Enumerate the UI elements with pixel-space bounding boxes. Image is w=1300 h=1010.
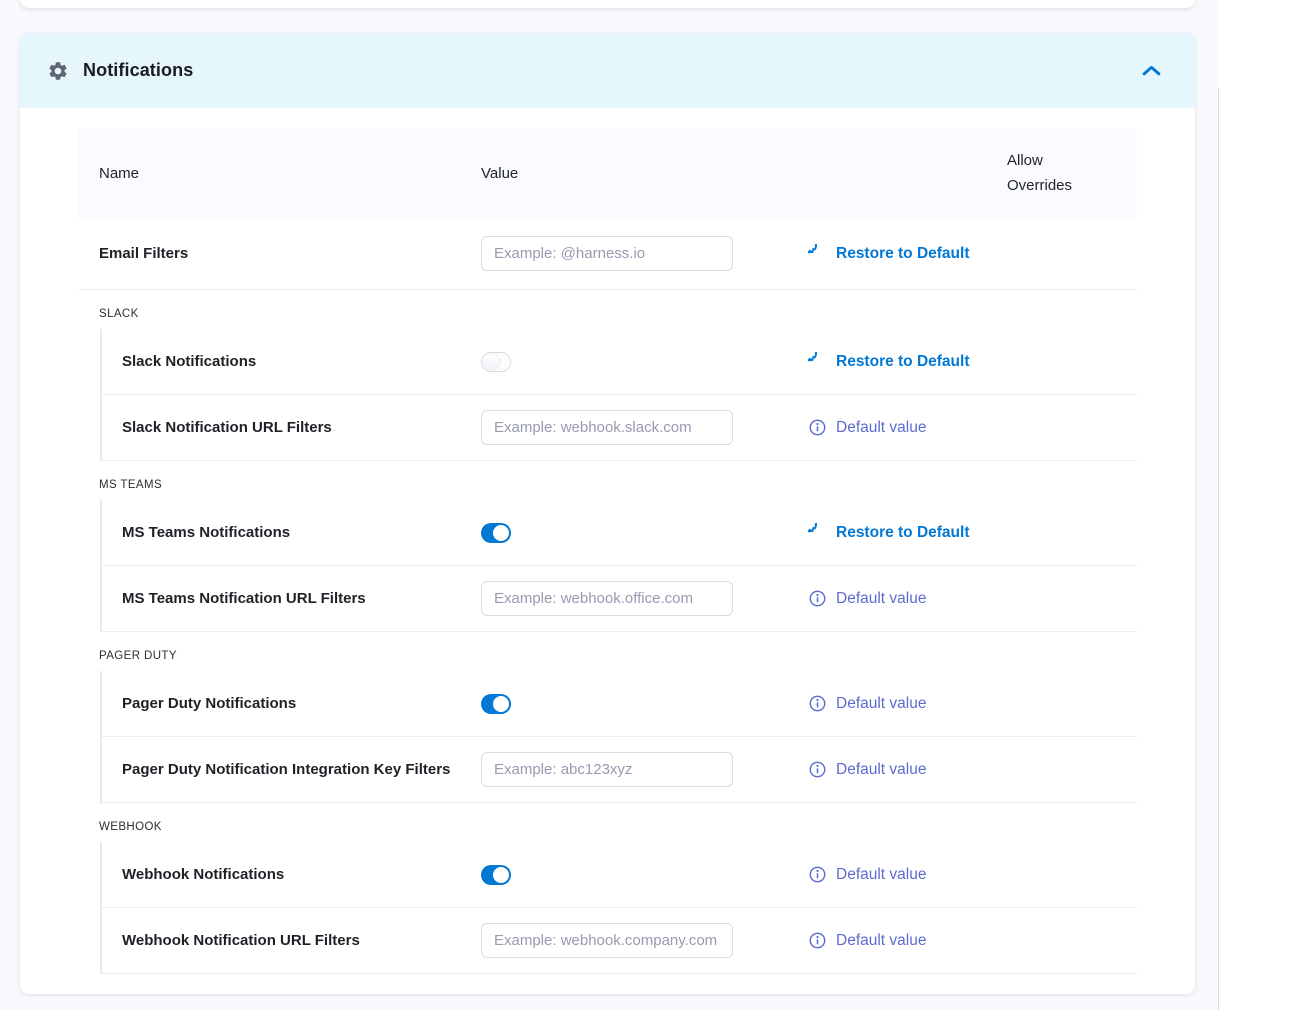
vertical-divider	[1218, 88, 1219, 1010]
previous-section-card-edge	[20, 0, 1195, 8]
table-row-pager-duty-key-filters: Pager Duty Notification Integration Key …	[102, 737, 1137, 803]
default-value-indicator[interactable]: Default value	[808, 694, 1137, 713]
table-header-row: Name Value Allow Overrides	[78, 128, 1137, 218]
group-pager-duty: Pager Duty Notifications Default value P…	[100, 671, 1137, 803]
notifications-settings-card: Notifications Name Value Allow Overrides…	[20, 33, 1195, 994]
group-label-webhook: WEBHOOK	[78, 821, 1137, 833]
info-icon	[808, 865, 827, 884]
table-row-slack-notifications: Slack Notifications Restore to Default	[102, 329, 1137, 395]
setting-label: Pager Duty Notification Integration Key …	[102, 761, 481, 778]
table-row-ms-teams-notifications: MS Teams Notifications Restore to Defaul…	[102, 500, 1137, 566]
section-title: Notifications	[83, 60, 193, 81]
setting-label: Webhook Notifications	[102, 866, 481, 883]
restore-icon	[808, 352, 827, 371]
slack-url-filters-input[interactable]	[481, 410, 733, 445]
table-row-slack-url-filters: Slack Notification URL Filters Default v…	[102, 395, 1137, 461]
group-slack: Slack Notifications Restore to Default S…	[100, 329, 1137, 461]
info-icon	[808, 418, 827, 437]
group-webhook: Webhook Notifications Default value Webh…	[100, 842, 1137, 974]
group-label-pager-duty: PAGER DUTY	[78, 650, 1137, 662]
right-panel	[1218, 0, 1300, 1010]
restore-icon	[808, 244, 827, 263]
slack-notifications-toggle[interactable]	[481, 352, 511, 372]
webhook-notifications-toggle[interactable]	[481, 865, 511, 885]
collapse-section-button[interactable]	[1138, 60, 1165, 81]
default-value-indicator[interactable]: Default value	[808, 418, 1137, 437]
table-row-webhook-url-filters: Webhook Notification URL Filters Default…	[102, 908, 1137, 974]
toggle-knob	[483, 354, 499, 370]
setting-label: Pager Duty Notifications	[102, 695, 481, 712]
pager-duty-notifications-toggle[interactable]	[481, 694, 511, 714]
restore-to-default-link[interactable]: Restore to Default	[808, 523, 1137, 542]
webhook-url-filters-input[interactable]	[481, 923, 733, 958]
info-icon	[808, 694, 827, 713]
group-label-ms-teams: MS TEAMS	[78, 479, 1137, 491]
info-icon	[808, 931, 827, 950]
setting-label: MS Teams Notification URL Filters	[102, 590, 481, 607]
default-value-indicator[interactable]: Default value	[808, 760, 1137, 779]
setting-label: Webhook Notification URL Filters	[102, 932, 481, 949]
restore-to-default-link[interactable]: Restore to Default	[808, 352, 1137, 371]
group-ms-teams: MS Teams Notifications Restore to Defaul…	[100, 500, 1137, 632]
info-icon	[808, 760, 827, 779]
group-label-slack: SLACK	[78, 308, 1137, 320]
column-header-value: Value	[481, 165, 1007, 182]
notifications-card-header: Notifications	[20, 33, 1195, 108]
setting-label: MS Teams Notifications	[102, 524, 481, 541]
table-row-ms-teams-url-filters: MS Teams Notification URL Filters Defaul…	[102, 566, 1137, 632]
default-value-indicator[interactable]: Default value	[808, 865, 1137, 884]
pager-duty-key-filters-input[interactable]	[481, 752, 733, 787]
table-row-email-filters: Email Filters Restore to Default	[78, 218, 1137, 290]
info-icon	[808, 589, 827, 608]
setting-label: Email Filters	[78, 245, 481, 262]
restore-icon	[808, 523, 827, 542]
settings-table: Name Value Allow Overrides Email Filters…	[78, 128, 1137, 974]
restore-to-default-link[interactable]: Restore to Default	[808, 244, 1137, 263]
column-header-name: Name	[78, 165, 481, 182]
default-value-indicator[interactable]: Default value	[808, 931, 1137, 950]
column-header-allow-overrides: Allow Overrides	[1007, 148, 1089, 198]
setting-label: Slack Notifications	[102, 353, 481, 370]
toggle-knob	[493, 525, 509, 541]
ms-teams-url-filters-input[interactable]	[481, 581, 733, 616]
toggle-knob	[493, 696, 509, 712]
gear-icon	[47, 60, 69, 82]
default-value-indicator[interactable]: Default value	[808, 589, 1137, 608]
email-filters-input[interactable]	[481, 236, 733, 271]
setting-label: Slack Notification URL Filters	[102, 419, 481, 436]
ms-teams-notifications-toggle[interactable]	[481, 523, 511, 543]
table-row-pager-duty-notifications: Pager Duty Notifications Default value	[102, 671, 1137, 737]
table-row-webhook-notifications: Webhook Notifications Default value	[102, 842, 1137, 908]
toggle-knob	[493, 867, 509, 883]
chevron-up-icon	[1142, 64, 1161, 77]
